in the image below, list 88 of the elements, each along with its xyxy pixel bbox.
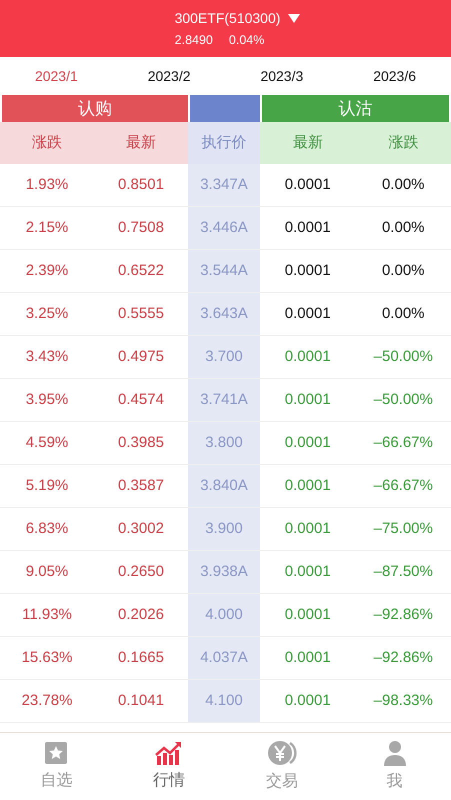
table-cell-text: 0.3985 — [117, 432, 165, 453]
underlying-change: 0.04% — [228, 32, 264, 49]
expiry-tab[interactable]: 2023/3 — [226, 57, 338, 95]
table-cell-text: 0.00% — [380, 174, 426, 195]
column-header: 执行价 — [188, 122, 260, 164]
table-cell: 3.347A — [188, 164, 260, 206]
table-cell-text: 5.19% — [24, 476, 70, 496]
table-cell: 4.100 — [188, 680, 260, 722]
table-cell-text: 0.0001 — [284, 690, 332, 711]
underlying-title[interactable]: 300ETF(510300) — [174, 8, 280, 29]
table-cell-text: 0.0001 — [284, 174, 332, 195]
table-cell-text: 1.93% — [24, 174, 70, 195]
table-cell-text: 0.0001 — [284, 218, 332, 238]
table-cell-text: 23.78% — [20, 690, 74, 711]
table-cell-text: –66.67% — [372, 432, 434, 453]
column-header: 涨跌 — [356, 122, 451, 164]
table-cell-text: 0.3002 — [117, 518, 165, 539]
table-cell-text: 0.1665 — [117, 648, 165, 668]
table-cell-text: –87.50% — [372, 562, 434, 582]
table-cell-text: 3.43% — [24, 346, 70, 367]
table-cell-text: 0.2650 — [117, 562, 165, 582]
underlying-price: 2.8490 — [174, 32, 213, 49]
table-cell-text: –92.86% — [372, 648, 434, 668]
table-cell-text: 0.0001 — [284, 476, 332, 496]
table-cell-text: 9.05% — [24, 562, 70, 582]
table-cell-text: 11.93% — [21, 604, 73, 625]
table-cell-text: 4.59% — [24, 432, 70, 453]
table-cell: 4.037A — [188, 637, 260, 679]
table-cell: 3.643A — [188, 293, 260, 335]
table-cell: 3.446A — [188, 207, 260, 249]
table-cell-text: 0.0001 — [284, 346, 332, 367]
column-header: 最新 — [94, 122, 188, 164]
table-cell: 3.800 — [188, 422, 260, 464]
table-cell-text: 0.0001 — [284, 390, 332, 410]
table-cell-text: –92.86% — [372, 604, 434, 625]
table-cell-text: 0.0001 — [284, 562, 332, 582]
nav-tab[interactable]: 自选 — [0, 733, 113, 800]
person-icon — [382, 740, 407, 766]
table-cell-text: 2.39% — [24, 260, 70, 281]
table-cell: 3.840A — [188, 465, 260, 507]
table-cell-text: 0.1041 — [117, 690, 165, 711]
table-cell-text: 2.15% — [24, 218, 70, 238]
table-cell-text: 0.2026 — [117, 604, 165, 625]
expiry-tab[interactable]: 2023/1 — [0, 57, 113, 95]
table-cell-text: 0.0001 — [284, 518, 332, 539]
expiry-tab[interactable]: 2023/2 — [112, 57, 226, 95]
table-cell-text: 15.63% — [20, 648, 74, 668]
table-cell: 3.700 — [188, 336, 260, 378]
table-cell-text: 0.3587 — [117, 476, 165, 496]
table-cell-text: 0.8501 — [117, 174, 165, 195]
table-cell-text: 0.5555 — [117, 304, 165, 324]
column-header: 最新 — [260, 122, 356, 164]
table-cell-text: 0.0001 — [284, 260, 332, 281]
table-cell-text: 0.7508 — [117, 218, 165, 238]
yen-coin-icon — [266, 740, 297, 766]
table-cell-text: 0.4574 — [117, 390, 165, 410]
call-group-header: 认购 — [2, 95, 188, 122]
table-cell-text: –75.00% — [372, 518, 434, 539]
table-cell-text: 0.00% — [380, 218, 426, 238]
table-cell-text: 0.0001 — [284, 604, 332, 625]
dropdown-caret-icon[interactable] — [288, 14, 300, 23]
strike-group-header — [190, 95, 260, 122]
table-cell-text: 0.00% — [380, 260, 426, 281]
table-cell: 3.900 — [188, 508, 260, 550]
nav-tab[interactable]: 交易 — [226, 733, 338, 800]
table-cell-text: 6.83% — [24, 518, 70, 539]
table-cell-text: –98.33% — [372, 690, 434, 711]
put-group-header: 认沽 — [262, 95, 449, 122]
table-cell-text: –66.67% — [372, 476, 434, 496]
column-header: 涨跌 — [0, 122, 94, 164]
table-cell: 3.544A — [188, 250, 260, 292]
table-cell-text: 0.0001 — [284, 304, 332, 324]
table-cell-text: 3.95% — [24, 390, 70, 410]
table-cell-text: 0.00% — [380, 304, 426, 324]
table-cell-text: –50.00% — [372, 390, 434, 410]
expiry-tab[interactable]: 2023/6 — [338, 57, 451, 95]
table-cell-text: 0.0001 — [284, 432, 332, 453]
table-cell-text: 0.0001 — [284, 648, 332, 668]
table-cell: 3.741A — [188, 379, 260, 421]
table-cell-text: 0.4975 — [117, 346, 165, 367]
nav-tab[interactable]: 行情 — [112, 733, 226, 800]
table-cell-text: 0.6522 — [117, 260, 165, 281]
nav-tab[interactable]: 我 — [338, 733, 451, 800]
table-cell: 4.000 — [188, 594, 260, 636]
table-cell-text: –50.00% — [372, 346, 434, 367]
rising-chart-icon — [155, 740, 184, 764]
table-cell: 3.938A — [188, 551, 260, 593]
table-cell-text: 3.25% — [24, 304, 70, 324]
